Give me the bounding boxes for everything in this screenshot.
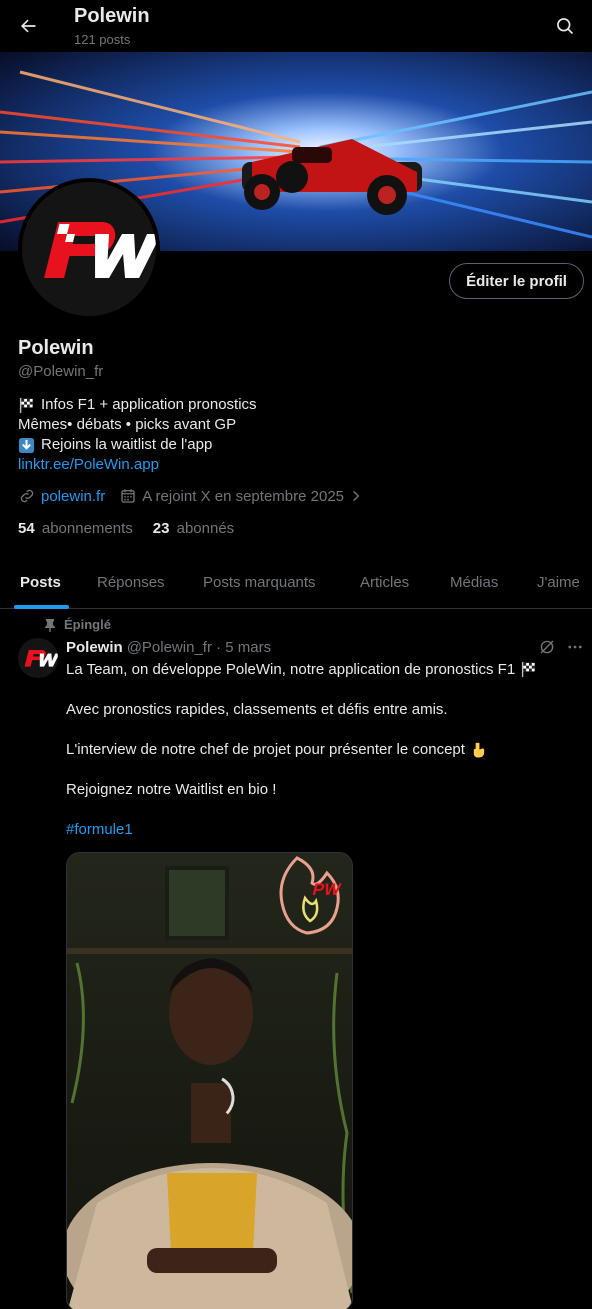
post-author[interactable]: Polewin	[66, 639, 123, 656]
search-button[interactable]	[547, 8, 583, 44]
checkered-flag-icon	[19, 397, 33, 413]
following-link[interactable]: 54 abonnements	[18, 520, 133, 537]
profile-bio: Infos F1 + application pronostics Mêmes•…	[18, 395, 257, 475]
pinned-label: Épinglé	[44, 617, 111, 632]
polewin-logo	[18, 638, 58, 678]
tab-articles[interactable]: Articles	[360, 574, 409, 591]
edit-profile-button[interactable]: Éditer le profil	[449, 263, 584, 299]
profile-avatar[interactable]	[18, 178, 160, 320]
active-tab-indicator	[14, 605, 69, 609]
post-avatar[interactable]	[18, 638, 58, 678]
arrow-left-icon	[21, 19, 36, 33]
chevron-right-icon[interactable]	[349, 489, 363, 503]
search-icon	[557, 18, 574, 35]
post-handle-date[interactable]: @Polewin_fr · 5 mars	[127, 639, 271, 656]
link-icon	[20, 489, 34, 503]
post-count: 121 posts	[74, 32, 131, 47]
post-hashtag[interactable]: #formule1	[66, 821, 133, 838]
post-line-1: La Team, on développe PoleWin, notre app…	[66, 661, 537, 678]
post-header: Polewin @Polewin_fr · 5 mars	[66, 639, 271, 656]
profile-tabs: Posts Réponses Posts marquants Articles …	[0, 556, 592, 609]
bio-line-1: Infos F1 + application pronostics	[41, 396, 257, 413]
tab-likes[interactable]: J'aime	[537, 574, 580, 591]
page-title: Polewin	[74, 5, 150, 27]
pointing-down-emoji	[473, 742, 485, 758]
grok-icon[interactable]	[538, 638, 556, 661]
back-button[interactable]	[10, 8, 46, 44]
joined-date: A rejoint X en septembre 2025	[142, 487, 344, 505]
calendar-icon	[121, 489, 135, 503]
tab-posts[interactable]: Posts	[20, 574, 61, 591]
tab-media[interactable]: Médias	[450, 574, 498, 591]
profile-handle: @Polewin_fr	[18, 363, 104, 380]
post-line-3: L'interview de notre chef de projet pour…	[66, 741, 487, 758]
pin-icon	[45, 618, 55, 632]
post-video[interactable]: PW	[66, 852, 353, 1309]
bio-line-2: Mêmes• débats • picks avant GP	[18, 416, 237, 433]
post-line-2: Avec pronostics rapides, classements et …	[66, 701, 448, 718]
website-link[interactable]: polewin.fr	[41, 488, 105, 505]
bio-line-3: Rejoins la waitlist de l'app	[41, 436, 213, 453]
follow-stats: 54 abonnements 23 abonnés	[18, 520, 234, 537]
tab-highlights[interactable]: Posts marquants	[203, 574, 316, 591]
profile-name: Polewin	[18, 337, 94, 359]
polewin-logo	[22, 182, 156, 316]
post-line-4: Rejoignez notre Waitlist en bio !	[66, 781, 277, 798]
video-logo: PW	[311, 879, 344, 899]
checkered-flag-icon	[522, 661, 535, 678]
profile-meta: polewin.fr A rejoint X en septembre 2025	[18, 486, 377, 506]
more-icon[interactable]	[566, 638, 584, 661]
bio-link[interactable]: linktr.ee/PoleWin.app	[18, 455, 159, 475]
down-arrow-icon	[18, 437, 35, 453]
tab-replies[interactable]: Réponses	[97, 574, 165, 591]
followers-link[interactable]: 23 abonnés	[153, 520, 234, 537]
top-bar: Polewin 121 posts	[0, 0, 592, 52]
